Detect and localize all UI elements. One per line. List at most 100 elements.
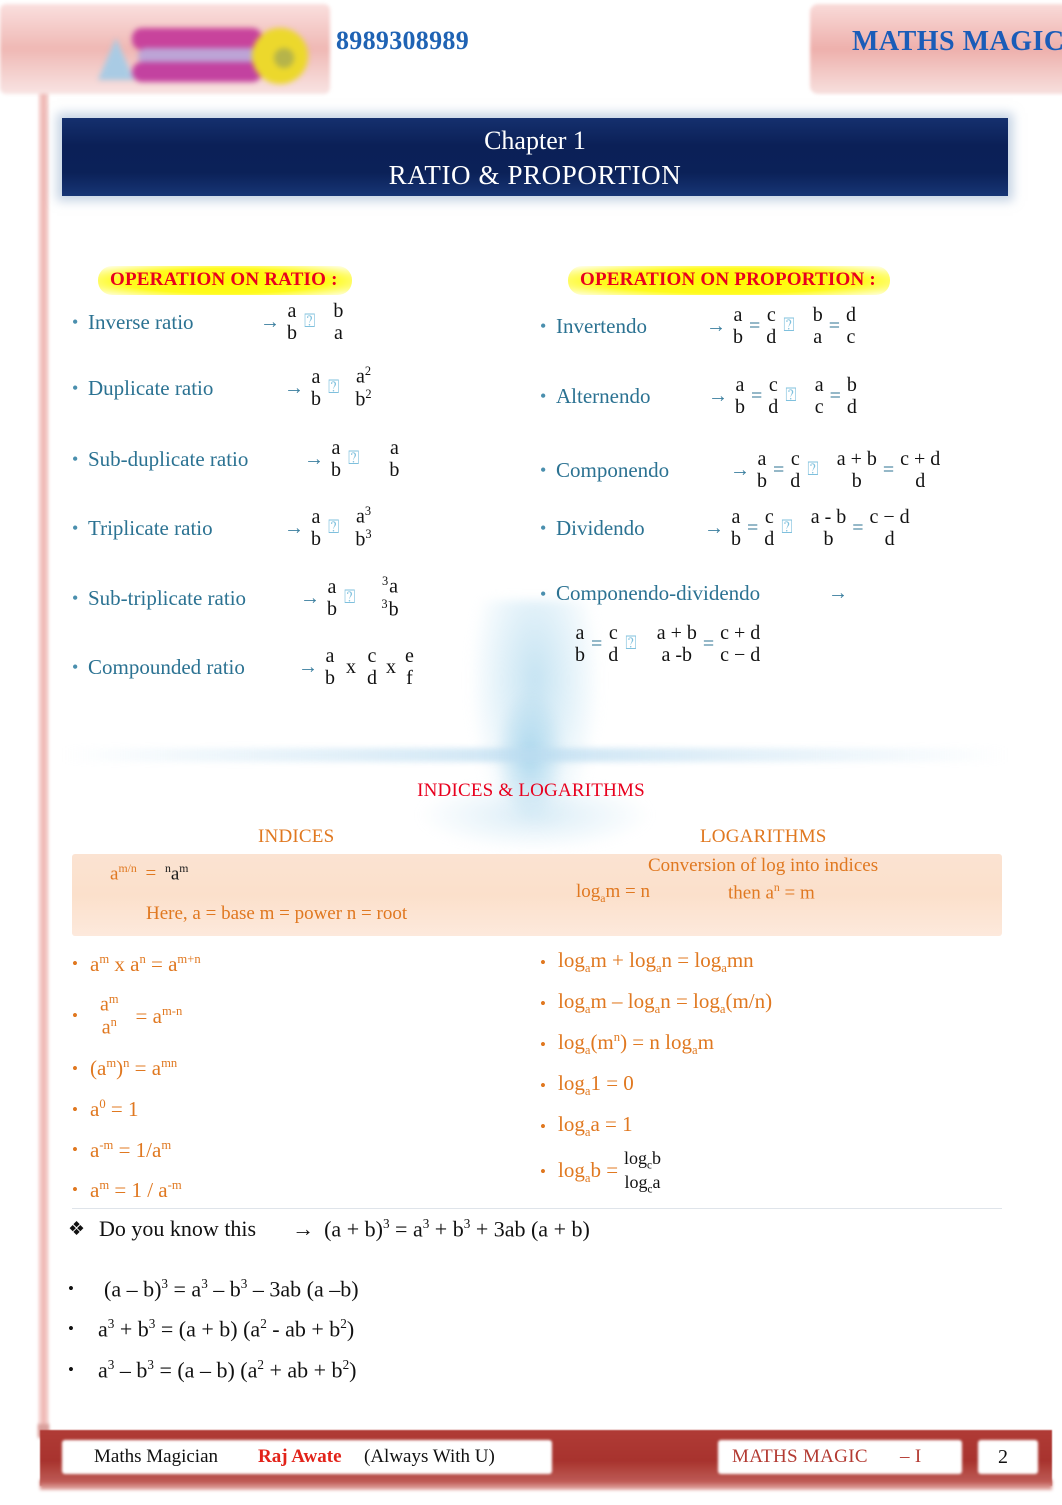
fraction-rhs: a b	[389, 437, 399, 482]
equals-sign: =	[828, 314, 840, 337]
page-number: 2	[998, 1446, 1008, 1468]
log-change-of-base-row: • logab = logcb logca	[540, 1147, 1010, 1197]
logo-bar-bottom-shape	[132, 62, 262, 82]
log-rule-row: • logam + logan = logamn	[540, 942, 1010, 983]
chapter-number: Chapter 1	[484, 126, 586, 155]
header-phone-number: 8989308989	[336, 26, 469, 55]
do-you-know-this-formula: (a + b)3 = a3 + b3 + 3ab (a + b)	[324, 1216, 590, 1242]
list-bullet: •	[540, 993, 546, 1013]
indices-rule-text: (am)n = amn	[90, 1056, 178, 1080]
fraction-numerator: a	[814, 374, 824, 396]
fraction-result-right: c − d d	[870, 506, 910, 551]
list-bullet: •	[540, 460, 547, 481]
equals-sign: =	[747, 516, 759, 539]
log-rule-text: loga1 = 0	[558, 1071, 634, 1099]
fraction-numerator: a	[731, 506, 741, 528]
log-rule-row: • loga1 = 0	[540, 1065, 1010, 1106]
equals-sign: =	[829, 384, 841, 407]
log-change-of-base-fraction: logcb logca	[624, 1148, 661, 1197]
fraction-denominator: b	[331, 459, 341, 482]
fraction-denominator: a	[813, 326, 823, 349]
indices-rule-row: • a-m = 1/am	[72, 1130, 532, 1170]
fraction-denominator: b	[327, 598, 337, 621]
arrow-icon: →	[300, 586, 320, 609]
fraction-rhs: a3 b3	[355, 504, 372, 551]
list-bullet: •	[72, 1140, 78, 1159]
fraction-numerator: c	[768, 374, 778, 396]
fraction-result-right: c + d c − d	[720, 622, 760, 667]
fraction-denominator: b	[311, 528, 321, 551]
fraction-numerator: a	[733, 304, 743, 326]
fraction-denominator: d	[608, 644, 619, 667]
log-rule-row: • loga(mn) = n logam	[540, 1024, 1010, 1065]
fraction-result-left: a + b a -b	[657, 622, 697, 667]
indices-fraction: am an	[100, 992, 119, 1039]
list-bullet: •	[540, 386, 547, 407]
list-bullet: •	[72, 1099, 78, 1119]
identity-formula: (a – b)3 = a3 – b3 – 3ab (a –b)	[104, 1276, 359, 1302]
fraction-denominator: b2	[355, 387, 372, 411]
fraction-denominator: 3b	[381, 597, 399, 621]
logarithm-rules-list: • logam + logan = logamn • logam – logan…	[540, 942, 1010, 1197]
list-bullet: •	[540, 1034, 546, 1054]
fraction-denominator: d	[915, 470, 926, 493]
arrow-icon: →	[284, 376, 304, 399]
fraction-numerator: c	[367, 645, 377, 667]
fraction-numerator: a	[575, 622, 585, 644]
indices-rule-text: a0 = 1	[90, 1097, 139, 1121]
ratio-item-triplicate: • Triplicate ratio → a b ⍰ a3 b3	[72, 504, 375, 551]
arrow-icon: →	[304, 447, 324, 470]
diamond-bullet-icon: ❖	[68, 1218, 86, 1240]
fraction-denominator: a	[333, 322, 343, 345]
fraction-result-left: a - b b	[811, 506, 847, 551]
section-divider-band	[62, 748, 1008, 762]
fraction-numerator: a + b	[836, 448, 877, 470]
list-bullet: •	[72, 378, 79, 399]
indices-rule-row: • am x an = am+n	[72, 944, 532, 984]
fraction-denominator: b	[311, 388, 321, 411]
fraction-denominator: d	[766, 326, 777, 349]
log-rule-row: • logam – logan = loga(m/n)	[540, 983, 1010, 1024]
fraction-result-left: a c	[815, 374, 824, 419]
operation-on-proportion-heading: OPERATION ON PROPORTION :	[568, 266, 890, 295]
fraction-denominator: b	[389, 459, 400, 482]
missing-glyph-operator: ⍰	[304, 311, 316, 333]
fraction-a-over-b: a b	[575, 622, 585, 667]
fraction-denominator: b	[731, 528, 741, 551]
ratio-item-label: Sub-duplicate ratio	[88, 446, 249, 471]
list-bullet: •	[72, 954, 78, 973]
ratio-item-inverse: • Inverse ratio → a b ⍰ b a	[72, 300, 346, 345]
fraction-numerator: a	[389, 437, 399, 459]
indices-rule-row: • a0 = 1	[72, 1089, 532, 1130]
log-rule-text: logam – logan = loga(m/n)	[558, 989, 773, 1017]
list-bullet: •	[68, 1279, 74, 1299]
log-rule-text: logaa = 1	[558, 1112, 633, 1140]
identity-row: • a3 – b3 = (a – b) (a2 + ab + b2)	[68, 1357, 356, 1383]
fraction-numerator: a	[325, 645, 335, 667]
fraction-result-right: d c	[846, 304, 856, 349]
fraction-result-right: c + d d	[900, 448, 940, 493]
fraction-c-over-d: c d	[764, 506, 774, 551]
fraction-numerator: a	[311, 505, 321, 528]
fraction-numerator: c − d	[869, 506, 910, 528]
missing-glyph-operator: ⍰	[344, 587, 356, 609]
fraction-numerator: a	[757, 448, 767, 470]
fraction-denominator: c − d	[720, 644, 761, 667]
proportion-item-dividendo: • Dividendo → a b = c d ⍰ a - b b = c − …	[540, 506, 913, 551]
fraction-numerator: a3	[355, 504, 372, 528]
fraction-numerator: a	[331, 437, 341, 459]
fraction-a-over-b: a b	[757, 448, 767, 493]
list-bullet: •	[72, 588, 79, 609]
fraction-denominator: d	[768, 396, 779, 419]
log-conversion-title: Conversion of log into indices	[648, 855, 879, 876]
ratio-item-label: Compounded ratio	[88, 654, 245, 679]
multiply-operator: x	[386, 655, 396, 678]
fraction-denominator: d	[790, 470, 801, 493]
ratio-item-label: Duplicate ratio	[88, 375, 214, 400]
log-change-of-base-lhs: logab =	[558, 1157, 619, 1186]
maths-magic-logo-icon	[92, 22, 308, 84]
ratio-item-sub-triplicate: • Sub-triplicate ratio → a b ⍰ 3a 3b	[72, 574, 402, 621]
page-left-border	[38, 84, 49, 1436]
ratio-item-duplicate: • Duplicate ratio → a b ⍰ a2 b2	[72, 364, 375, 411]
proportion-item-label: Alternendo	[556, 383, 651, 408]
